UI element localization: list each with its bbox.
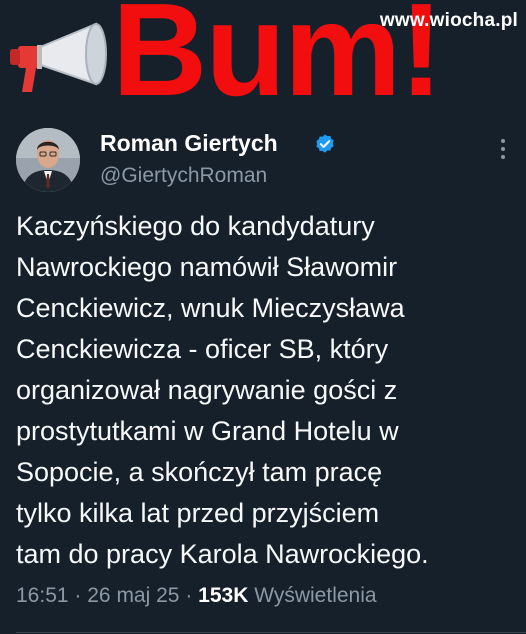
views-count[interactable]: 153K — [198, 584, 248, 607]
author-handle[interactable]: @GiertychRoman — [100, 164, 267, 188]
meta-separator: · — [185, 584, 193, 607]
tweet-card: Roman Giertych @GiertychRoman Kaczyńskie… — [0, 112, 526, 634]
tweet-date[interactable]: 26 maj 25 — [87, 584, 179, 607]
tweet-text-line: Cenckiewicz, wnuk Mieczysława — [16, 293, 405, 323]
tweet-meta: 16:51 · 26 maj 25 · 153K Wyświetlenia — [16, 584, 377, 608]
tweet-text-line: Nawrockiego namówił Sławomir — [16, 252, 398, 282]
tweet-time[interactable]: 16:51 — [16, 584, 69, 607]
divider — [16, 632, 526, 633]
avatar[interactable] — [16, 128, 80, 192]
tweet-text-line: Kaczyńskiego do kandydatury — [16, 211, 375, 241]
author-name[interactable]: Roman Giertych — [100, 130, 278, 157]
tweet-text-line: prostytutkami w Grand Hotelu w — [16, 416, 399, 446]
meta-separator: · — [74, 584, 82, 607]
tweet-text-line: Cenckiewicza - oficer SB, który — [16, 334, 389, 364]
tweet-text: Kaczyńskiego do kandydatury Nawrockiego … — [16, 206, 520, 575]
site-watermark: www.wiocha.pl — [379, 10, 518, 31]
tweet-text-line: Sopocie, a skończył tam pracę — [16, 457, 383, 487]
avatar-portrait-icon — [16, 128, 80, 192]
tweet-text-line: organizował nagrywanie gości z — [16, 375, 398, 405]
megaphone-icon — [10, 22, 107, 92]
tweet-text-line: tylko kilka lat przed przyjściem — [16, 498, 380, 528]
tweet-text-line: tam do pracy Karola Nawrockiego. — [16, 539, 429, 569]
verified-badge-icon — [316, 134, 334, 153]
more-options-icon[interactable] — [500, 138, 506, 160]
views-label: Wyświetlenia — [254, 584, 377, 607]
meme-banner: Bum! www.wiocha.pl — [0, 0, 526, 116]
